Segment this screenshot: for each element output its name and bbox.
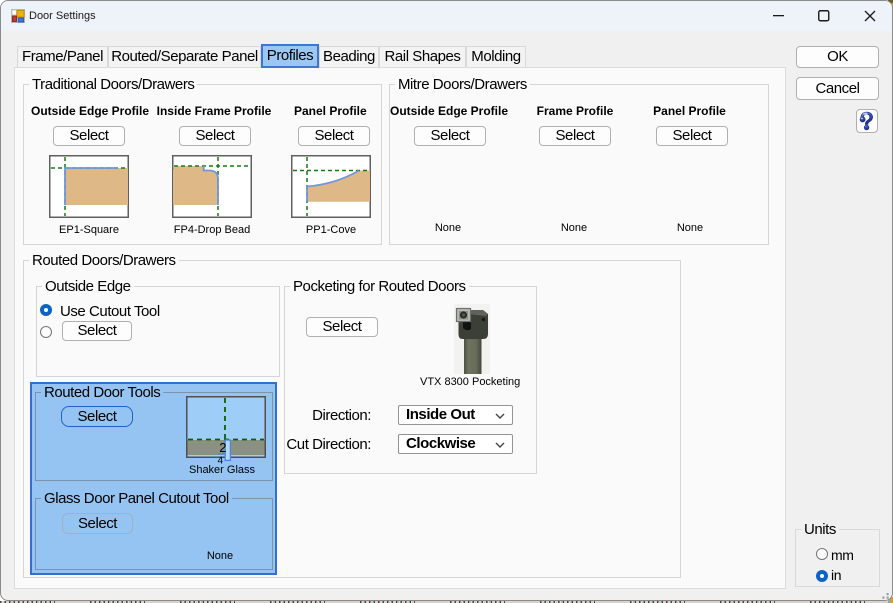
svg-text:4: 4 xyxy=(217,456,223,465)
svg-text:2: 2 xyxy=(219,440,226,455)
